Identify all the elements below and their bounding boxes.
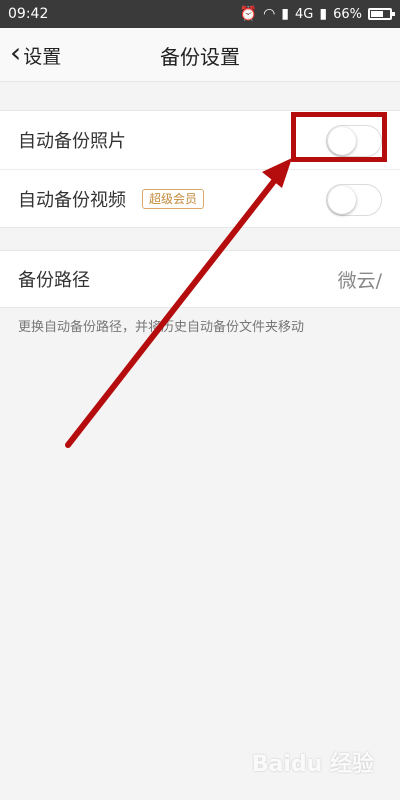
annotation-highlight-box <box>291 112 387 162</box>
battery-icon <box>368 8 395 20</box>
network-type: 4G <box>295 6 314 22</box>
signal-icon: ▮ <box>281 6 290 22</box>
backup-path-hint: 更换自动备份路径，并将历史自动备份文件夹移动 <box>18 320 305 335</box>
status-time: 09:42 <box>8 6 49 22</box>
backup-path-value: 微云/ <box>337 269 382 292</box>
wifi-icon: ◠ <box>263 6 276 22</box>
alarm-icon: ⏰ <box>239 6 258 22</box>
page-title: 备份设置 <box>160 44 240 69</box>
super-member-badge: 超级会员 <box>142 188 205 209</box>
photo-backup-label: 自动备份照片 <box>18 131 126 152</box>
video-backup-label: 自动备份视频 <box>18 189 126 211</box>
signal-icon-2: ▮ <box>319 6 328 22</box>
toggle-knob <box>328 186 356 214</box>
backup-path-group: 备份路径 微云/ <box>0 250 400 308</box>
status-bar: 09:42 ⏰ ◠ ▮ 4G ▮ 66% <box>0 0 400 28</box>
video-backup-row: 自动备份视频 超级会员 <box>0 169 400 227</box>
nav-bar: ‹ 设置 备份设置 <box>0 28 400 82</box>
video-backup-toggle[interactable] <box>326 184 382 216</box>
battery-percent: 66% <box>333 6 362 22</box>
watermark: Baidu 经验 <box>251 752 374 777</box>
backup-path-label: 备份路径 <box>18 270 90 291</box>
status-icons: ⏰ ◠ ▮ 4G ▮ 66% <box>239 6 395 22</box>
backup-path-row[interactable]: 备份路径 微云/ <box>0 251 400 307</box>
